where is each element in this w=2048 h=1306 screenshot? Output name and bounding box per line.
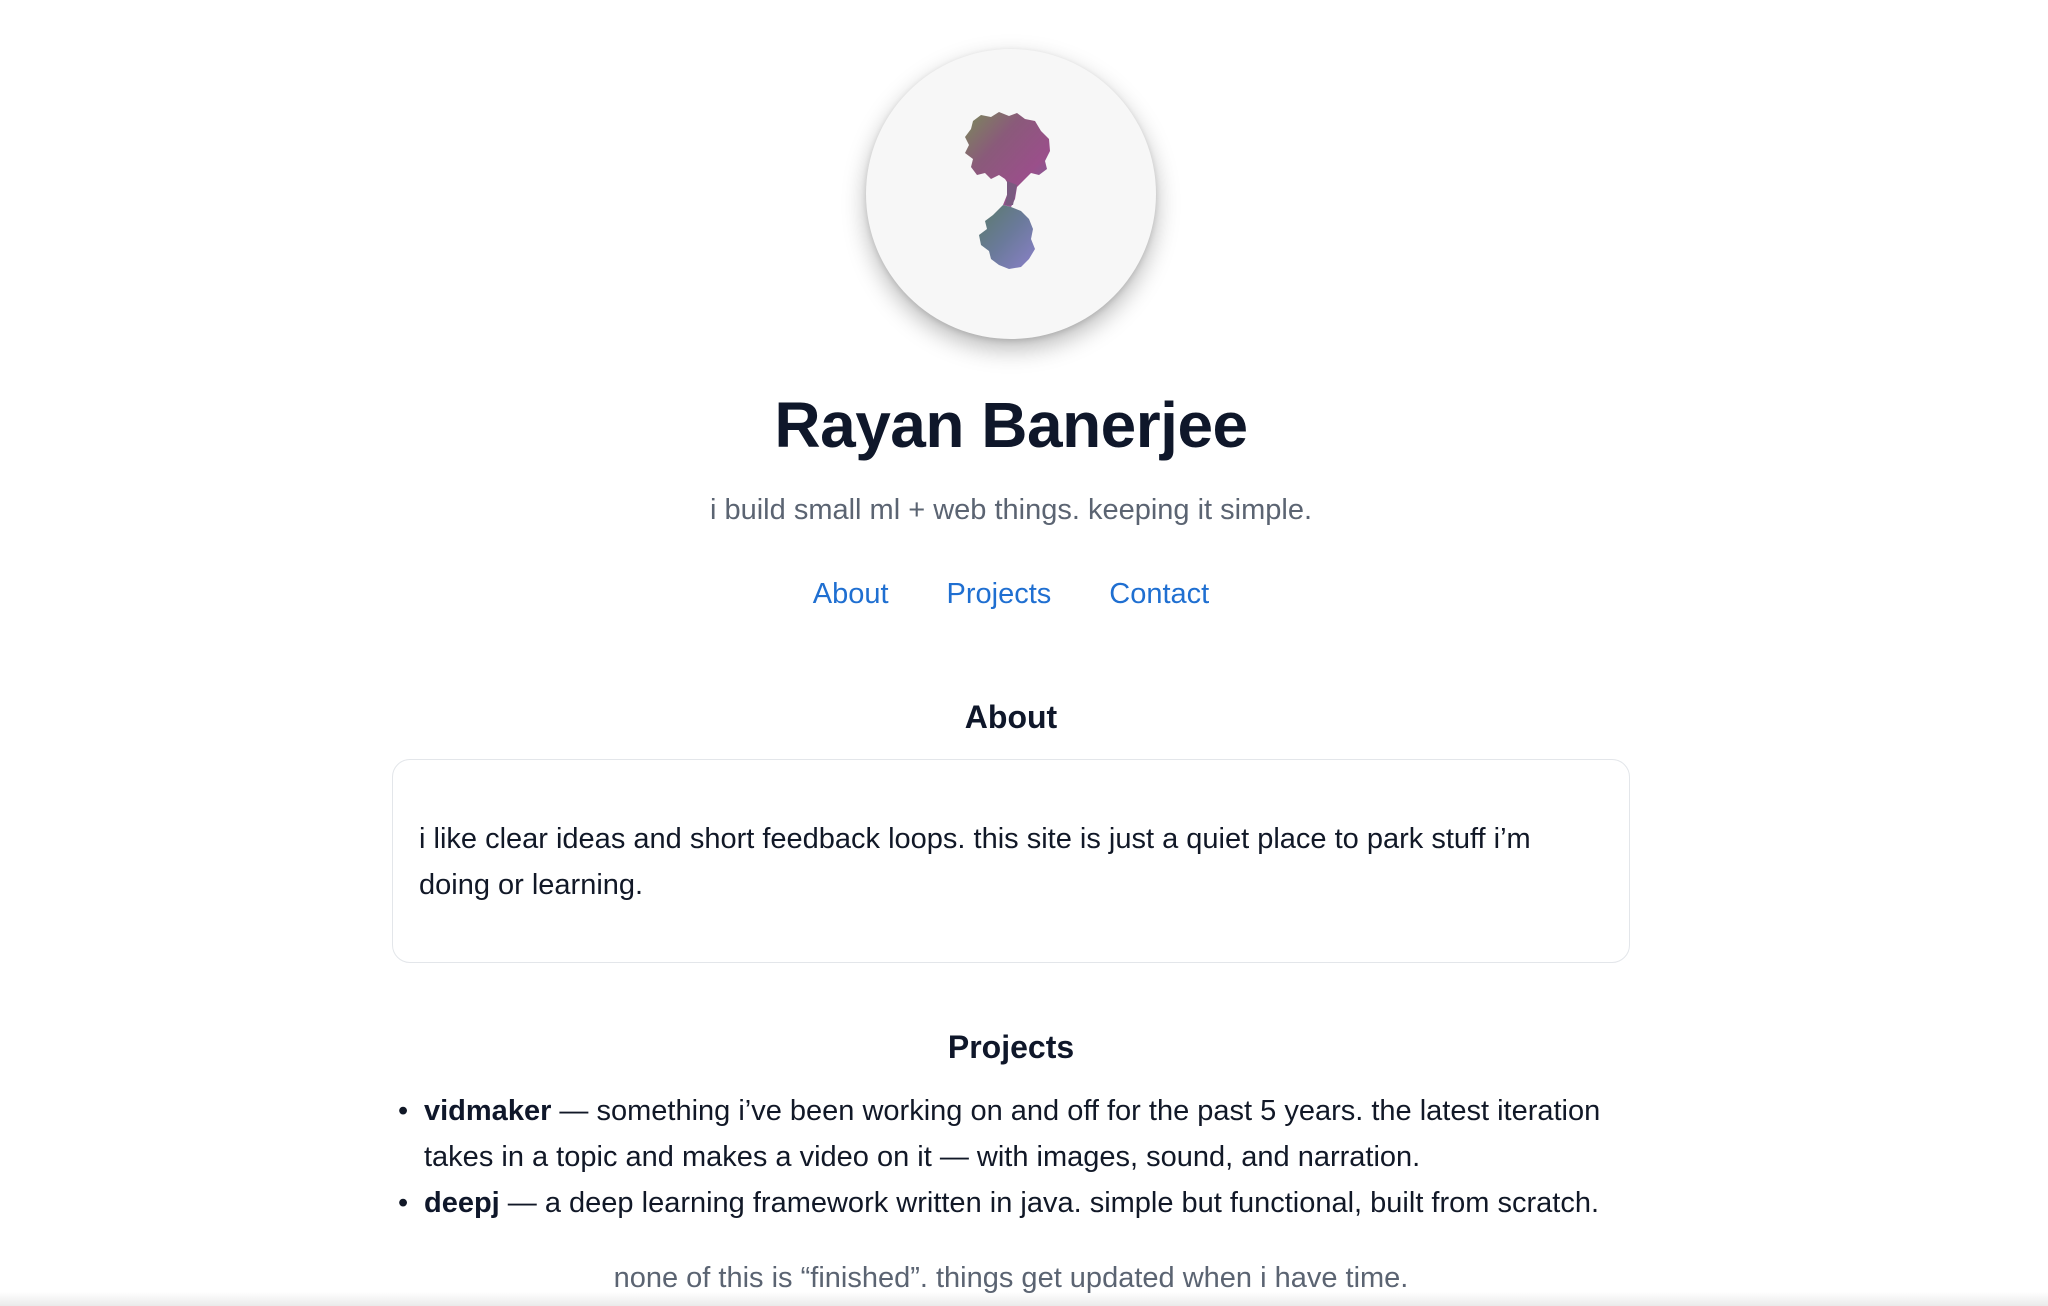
about-text: i like clear ideas and short feedback lo… [419,823,1531,901]
bullet-icon: • [398,1095,409,1127]
list-item: • vidmaker — something i’ve been working … [398,1088,1674,1180]
projects-list: • vidmaker — something i’ve been working … [392,1088,1674,1226]
profile-name: Rayan Banerjee [774,389,1248,461]
bullet-icon: • [398,1187,409,1219]
nav-link-contact[interactable]: Contact [1109,578,1209,611]
avatar-image [965,112,1050,269]
page: Rayan Banerjee i build small ml + web th… [0,0,2048,1306]
about-card: i like clear ideas and short feedback lo… [392,759,1630,963]
project-description: — a deep learning framework written in j… [499,1187,1600,1219]
footer-note: none of this is “finished”. things get u… [613,1262,1409,1294]
about-heading: About [964,699,1058,735]
profile-tagline: i build small ml + web things. keeping i… [709,494,1313,526]
project-name: vidmaker [424,1095,552,1127]
projects-heading: Projects [947,1029,1075,1065]
project-description: — something i’ve been working on and off… [424,1095,1601,1173]
avatar [866,49,1156,339]
main-nav: About Projects Contact [0,578,2022,611]
nav-link-about[interactable]: About [813,578,889,611]
project-name: deepj [424,1187,500,1219]
nav-link-projects[interactable]: Projects [947,578,1052,611]
list-item: • deepj — a deep learning framework writt… [398,1180,1674,1226]
bottom-fade [0,1292,2048,1306]
